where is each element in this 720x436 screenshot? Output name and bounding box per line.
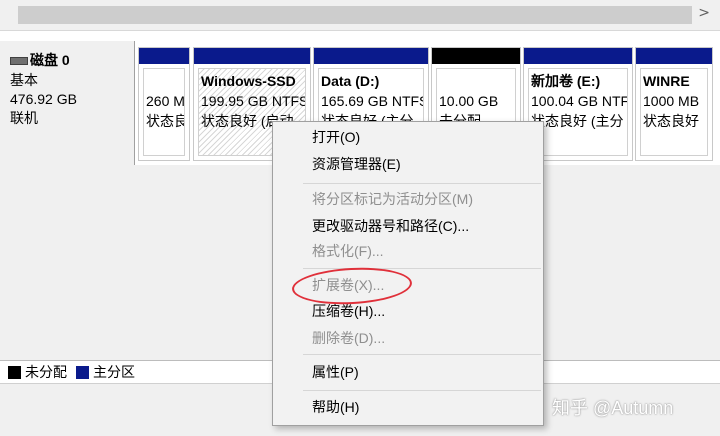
partition-type-bar <box>314 48 428 64</box>
watermark: 知乎 @Autumn <box>552 398 674 418</box>
partition-size: 165.69 GB NTFS <box>321 93 424 109</box>
disk-type: 基本 <box>10 72 38 88</box>
partition-size: 260 MB <box>146 93 185 109</box>
partition-name: 新加卷 (E:) <box>531 73 601 89</box>
partition-type-bar <box>139 48 189 64</box>
partition-name: Data (D:) <box>321 73 380 89</box>
partition-size: 199.95 GB NTFS <box>201 93 306 109</box>
partition-type-bar <box>194 48 310 64</box>
legend-swatch-primary <box>76 366 89 379</box>
menu-item-delete-volume[interactable]: 删除卷(D)... <box>312 326 385 350</box>
partition-size: 100.04 GB NTFS <box>531 93 628 109</box>
disk-name: 磁盘 0 <box>30 52 70 68</box>
partition-size: 10.00 GB <box>439 93 499 109</box>
partition-type-bar <box>432 48 520 64</box>
disk-icon <box>10 57 28 66</box>
menu-item-explorer[interactable]: 资源管理器(E) <box>312 152 401 176</box>
disk-info-panel[interactable]: 磁盘 0 基本 476.92 GB 联机 <box>0 41 135 166</box>
menu-item-help[interactable]: 帮助(H) <box>312 395 359 419</box>
legend-label: 未分配 <box>25 364 67 380</box>
partition-status: 状态良好 <box>146 113 184 129</box>
partition-type-bar <box>524 48 632 64</box>
partition-winre[interactable]: WINRE 1000 MB 状态良好 <box>635 47 713 161</box>
menu-separator <box>303 354 541 355</box>
legend-swatch-unallocated <box>8 366 21 379</box>
menu-item-format[interactable]: 格式化(F)... <box>312 239 384 263</box>
partition-status: 状态良好 (主分 <box>531 113 624 129</box>
legend-unallocated: 未分配 <box>8 362 67 382</box>
spacer <box>0 31 720 41</box>
partition-status: 状态良好 <box>643 113 699 129</box>
menu-item-mark-active[interactable]: 将分区标记为活动分区(M) <box>312 187 473 211</box>
legend-primary: 主分区 <box>76 362 135 382</box>
disk-status: 联机 <box>10 110 38 126</box>
menu-item-change-drive-letter[interactable]: 更改驱动器号和路径(C)... <box>312 214 469 238</box>
menu-item-open[interactable]: 打开(O) <box>312 125 360 149</box>
scroll-right-arrow-icon[interactable]: > <box>698 5 710 21</box>
legend-label: 主分区 <box>93 364 135 380</box>
menu-item-properties[interactable]: 属性(P) <box>312 360 359 384</box>
partition-name: WINRE <box>643 73 690 89</box>
scrollbar-thumb[interactable] <box>18 6 692 24</box>
partition-recovery[interactable]: 260 MB 状态良好 <box>138 47 190 161</box>
disk-size: 476.92 GB <box>10 91 77 107</box>
menu-separator <box>303 390 541 391</box>
partition-type-bar <box>636 48 712 64</box>
horizontal-scrollbar[interactable]: > <box>0 0 720 31</box>
partition-size: 1000 MB <box>643 93 700 109</box>
partition-name: Windows-SSD <box>201 73 296 89</box>
menu-separator <box>303 183 541 184</box>
